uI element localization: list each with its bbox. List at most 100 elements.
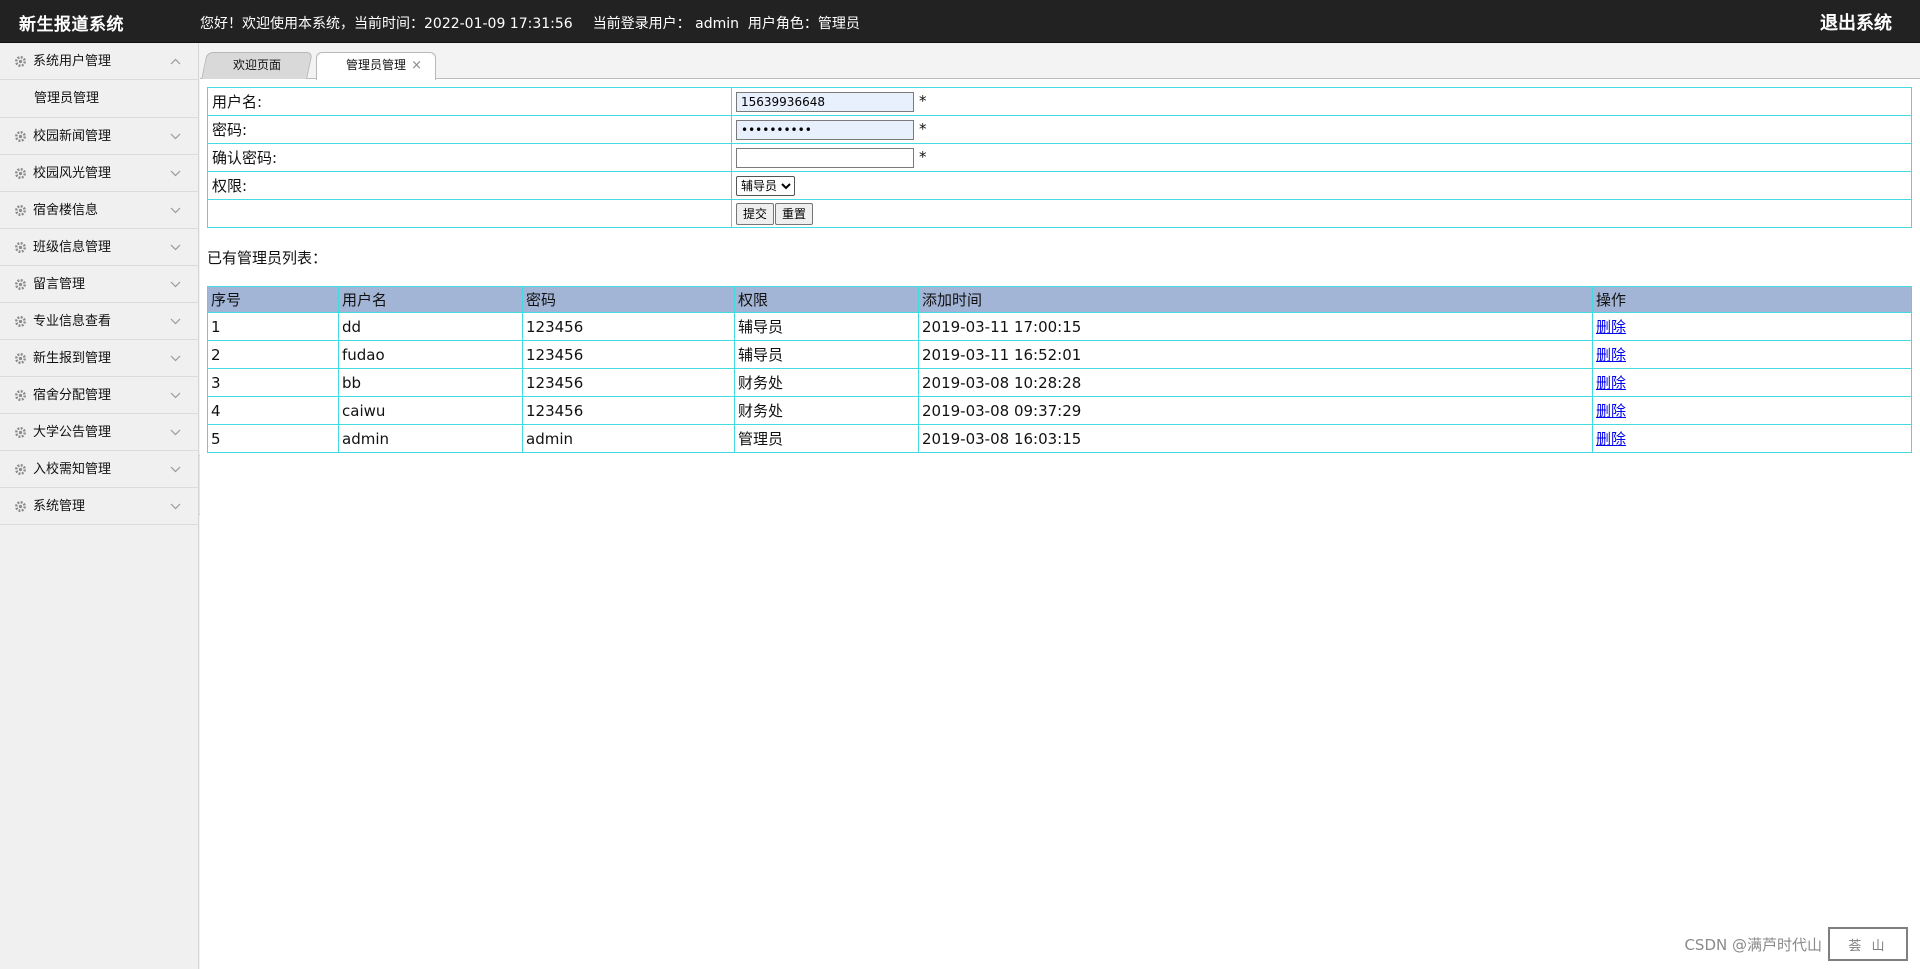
sidebar-item-label: 校园风光管理 [33, 166, 112, 181]
submit-button[interactable]: 提交 [736, 202, 775, 225]
delete-link[interactable]: 删除 [1596, 318, 1626, 336]
chevron-up-icon [170, 43, 182, 80]
gear-icon [14, 155, 29, 192]
cell-role: 辅导员 [734, 312, 919, 341]
admin-table: 序号 用户名 密码 权限 添加时间 操作 1 dd 123456 辅导员 201… [207, 286, 1912, 453]
top-header: 新生报道系统 您好！欢迎使用本系统，当前时间：2022-01-09 17:31:… [0, 0, 1920, 43]
cell-added-time: 2019-03-08 09:37:29 [918, 396, 1593, 425]
form-row-actions: 提交 重置 [207, 199, 1912, 228]
cell-password: admin [522, 424, 735, 453]
column-header: 密码 [522, 286, 735, 313]
sidebar-item-major-info[interactable]: 专业信息查看 [0, 303, 198, 340]
sidebar-item-campus-news[interactable]: 校园新闻管理 [0, 118, 198, 155]
gear-icon [14, 451, 29, 488]
cell-role: 财务处 [734, 368, 919, 397]
username-input[interactable] [736, 91, 914, 112]
sidebar-item-system-users[interactable]: 系统用户管理 [0, 43, 198, 80]
gear-icon [14, 192, 29, 229]
sidebar-item-label: 新生报到管理 [33, 351, 112, 366]
sidebar-item-label: 专业信息查看 [33, 314, 112, 329]
cell-action: 删除 [1592, 368, 1912, 397]
table-row: 4 caiwu 123456 财务处 2019-03-08 09:37:29 删… [207, 396, 1912, 425]
table-header: 序号 用户名 密码 权限 添加时间 操作 [207, 286, 1912, 313]
cell-password: 123456 [522, 312, 735, 341]
cell-added-time: 2019-03-08 16:03:15 [918, 424, 1593, 453]
gear-icon [14, 340, 29, 377]
required-mark: * [919, 92, 927, 110]
sidebar-item-label: 班级信息管理 [33, 240, 112, 255]
table-row: 5 admin admin 管理员 2019-03-08 16:03:15 删除 [207, 424, 1912, 453]
greeting-text: 您好！欢迎使用本系统，当前时间：2022-01-09 17:31:56 [200, 16, 573, 32]
cell-role: 管理员 [734, 424, 919, 453]
chevron-down-icon [170, 229, 182, 266]
tab-admin-management[interactable]: 管理员管理 × [316, 52, 436, 80]
sidebar-item-admission-notes[interactable]: 入校需知管理 [0, 451, 198, 488]
delete-link[interactable]: 删除 [1596, 430, 1626, 448]
password-label: 密码: [207, 115, 732, 144]
current-user-text: 当前登录用户： admin [592, 16, 740, 32]
cell-role: 辅导员 [734, 340, 919, 369]
sidebar-item-registration[interactable]: 新生报到管理 [0, 340, 198, 377]
tab-bar: 欢迎页面 管理员管理 × [200, 43, 1920, 80]
cell-index: 2 [207, 340, 339, 369]
password-input[interactable] [736, 119, 914, 140]
app-title: 新生报道系统 [19, 15, 124, 35]
main-content: 欢迎页面 管理员管理 × 用户名: * 密码: * 确认密码: [200, 43, 1920, 969]
sidebar-item-label: 留言管理 [33, 277, 86, 292]
sidebar-item-label: 入校需知管理 [33, 462, 112, 477]
chevron-down-icon [170, 377, 182, 414]
column-header: 用户名 [338, 286, 523, 313]
sidebar-item-label: 大学公告管理 [33, 425, 112, 440]
stamp-logo-icon: 荟 山 [1828, 927, 1908, 961]
chevron-down-icon [170, 192, 182, 229]
delete-link[interactable]: 删除 [1596, 374, 1626, 392]
table-row: 2 fudao 123456 辅导员 2019-03-11 16:52:01 删… [207, 340, 1912, 369]
chevron-down-icon [170, 303, 182, 340]
cell-added-time: 2019-03-11 17:00:15 [918, 312, 1593, 341]
role-select[interactable]: 辅导员 [736, 175, 795, 196]
chevron-down-icon [170, 340, 182, 377]
tab-welcome[interactable]: 欢迎页面 [201, 52, 313, 79]
logout-button[interactable]: 退出系统 [1820, 9, 1892, 35]
sidebar-item-announcements[interactable]: 大学公告管理 [0, 414, 198, 451]
gear-icon [14, 43, 29, 80]
chevron-down-icon [170, 451, 182, 488]
gear-icon [14, 266, 29, 303]
username-label: 用户名: [207, 87, 732, 116]
tab-label: 管理员管理 [345, 58, 406, 72]
role-cell: 辅导员 [731, 171, 1912, 200]
column-header: 序号 [207, 286, 339, 313]
cell-added-time: 2019-03-08 10:28:28 [918, 368, 1593, 397]
user-role-text: 用户角色：管理员 [747, 16, 860, 32]
delete-link[interactable]: 删除 [1596, 402, 1626, 420]
actions-cell: 提交 重置 [731, 199, 1912, 228]
table-row: 1 dd 123456 辅导员 2019-03-11 17:00:15 删除 [207, 312, 1912, 341]
cell-index: 4 [207, 396, 339, 425]
sidebar-item-label: 校园新闻管理 [33, 129, 112, 144]
confirm-password-input[interactable] [736, 147, 914, 168]
cell-added-time: 2019-03-11 16:52:01 [918, 340, 1593, 369]
sidebar-item-messages[interactable]: 留言管理 [0, 266, 198, 303]
sidebar-item-system-management[interactable]: 系统管理 [0, 488, 198, 525]
cell-password: 123456 [522, 368, 735, 397]
gear-icon [14, 229, 29, 266]
cell-password: 123456 [522, 396, 735, 425]
form-row-confirm-password: 确认密码: * [207, 143, 1912, 172]
sidebar-subitem-admin-management[interactable]: 管理员管理 [0, 80, 198, 118]
empty-cell [207, 199, 732, 228]
column-header: 操作 [1592, 286, 1912, 313]
cell-index: 3 [207, 368, 339, 397]
cell-password: 123456 [522, 340, 735, 369]
sidebar-item-dorm-building[interactable]: 宿舍楼信息 [0, 192, 198, 229]
sidebar: 系统用户管理 管理员管理 校园新闻管理 校园风光管理 宿舍楼信息 班级信息管理 … [0, 43, 199, 969]
sidebar-item-label: 宿舍分配管理 [33, 388, 112, 403]
cell-username: caiwu [338, 396, 523, 425]
gear-icon [14, 377, 29, 414]
sidebar-item-class-info[interactable]: 班级信息管理 [0, 229, 198, 266]
sidebar-item-campus-scenery[interactable]: 校园风光管理 [0, 155, 198, 192]
sidebar-item-dorm-allocation[interactable]: 宿舍分配管理 [0, 377, 198, 414]
close-icon[interactable]: × [411, 53, 422, 78]
delete-link[interactable]: 删除 [1596, 346, 1626, 364]
reset-button[interactable]: 重置 [775, 202, 814, 225]
cell-action: 删除 [1592, 396, 1912, 425]
